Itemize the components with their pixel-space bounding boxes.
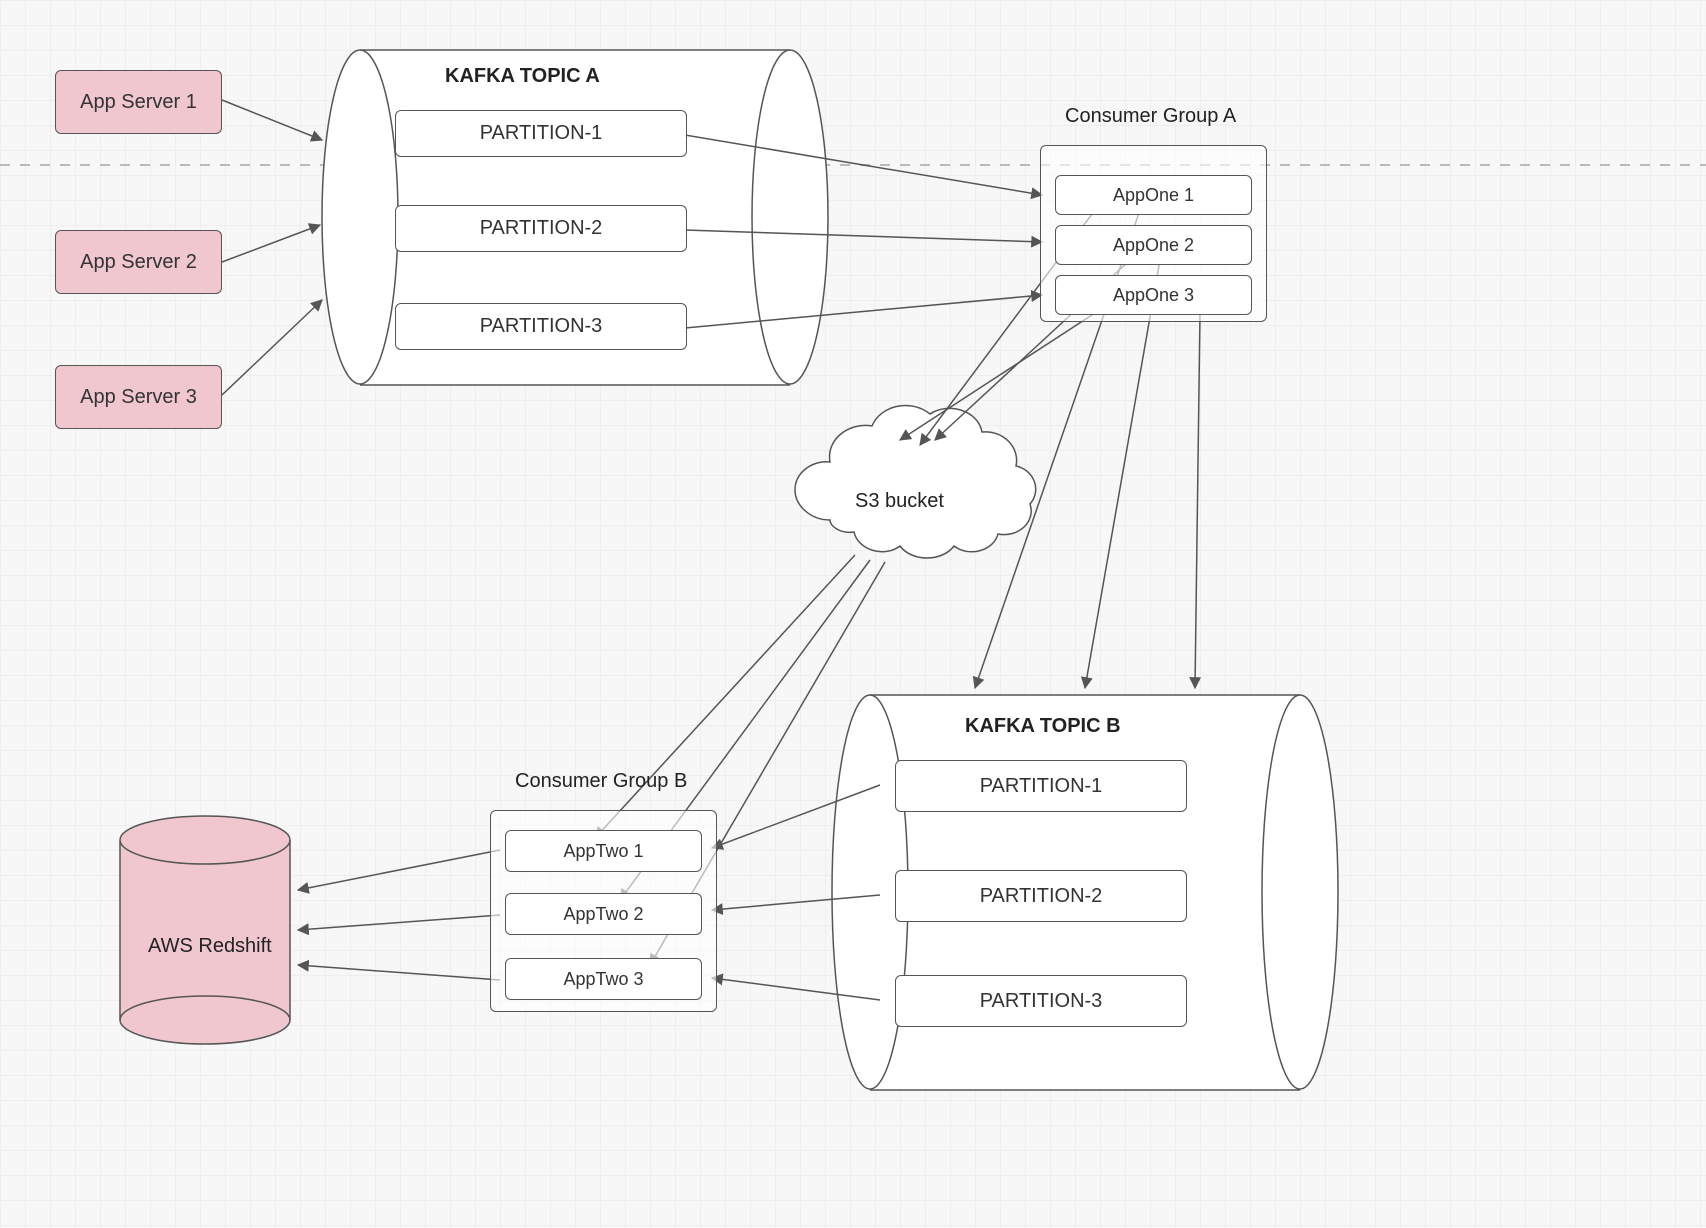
topicB-partition-1: PARTITION-1 <box>895 760 1187 812</box>
arrow-apptwo1-redshift <box>298 850 500 890</box>
arrow-appone3-topicB <box>1195 313 1200 688</box>
appone-3: AppOne 3 <box>1055 275 1252 315</box>
topicB-partition-3: PARTITION-3 <box>895 975 1187 1027</box>
arrow-appserver3-topicA <box>222 300 322 395</box>
app-server-1: App Server 1 <box>55 70 222 134</box>
app-server-2-label: App Server 2 <box>80 251 197 274</box>
arrow-appserver2-topicA <box>222 225 320 262</box>
apptwo-3: AppTwo 3 <box>505 958 702 1000</box>
app-server-2: App Server 2 <box>55 230 222 294</box>
kafka-topic-b-title: KAFKA TOPIC B <box>965 715 1121 738</box>
app-server-3: App Server 3 <box>55 365 222 429</box>
consumer-group-a-title: Consumer Group A <box>1065 105 1236 128</box>
topicA-partition-3: PARTITION-3 <box>395 303 687 350</box>
arrow-s3-apptwo1 <box>595 555 855 838</box>
s3-bucket-label: S3 bucket <box>855 490 944 513</box>
appone-1: AppOne 1 <box>1055 175 1252 215</box>
arrow-appone2-topicB <box>1085 260 1160 688</box>
arrow-appone3-s3 <box>900 313 1095 440</box>
aws-redshift-cylinder <box>120 816 290 1044</box>
aws-redshift-label: AWS Redshift <box>148 935 272 958</box>
topicA-partition-2: PARTITION-2 <box>395 205 687 252</box>
topicB-partition-2: PARTITION-2 <box>895 870 1187 922</box>
apptwo-2: AppTwo 2 <box>505 893 702 935</box>
appone-2: AppOne 2 <box>1055 225 1252 265</box>
arrow-apptwo2-redshift <box>298 915 500 930</box>
diagram-svg <box>0 0 1706 1228</box>
app-server-3-label: App Server 3 <box>80 386 197 409</box>
consumer-group-b-title: Consumer Group B <box>515 770 687 793</box>
arrow-appserver1-topicA <box>222 100 322 140</box>
arrow-apptwo3-redshift <box>298 965 500 980</box>
s3-cloud <box>795 405 1036 558</box>
kafka-topic-a-title: KAFKA TOPIC A <box>445 65 600 88</box>
topicA-partition-1: PARTITION-1 <box>395 110 687 157</box>
app-server-1-label: App Server 1 <box>80 91 197 114</box>
apptwo-1: AppTwo 1 <box>505 830 702 872</box>
